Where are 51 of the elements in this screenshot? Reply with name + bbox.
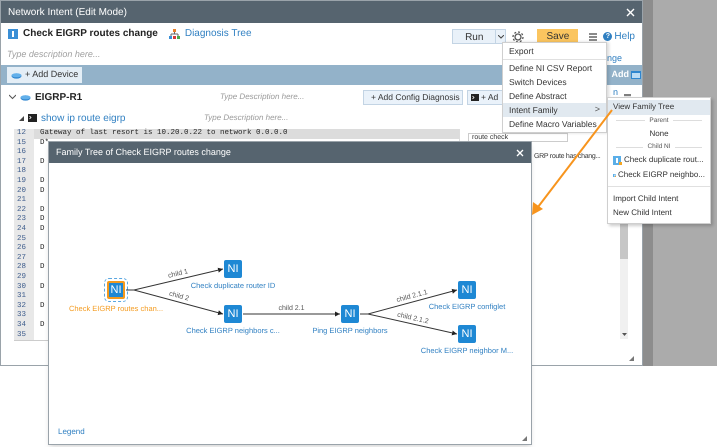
change-link[interactable]: nge	[606, 52, 622, 66]
diagnosis-tree-link[interactable]: Diagnosis Tree	[184, 26, 252, 41]
router-icon	[11, 72, 22, 78]
menu-item[interactable]: Check EIGRP neighbo...	[608, 168, 710, 182]
menu-item[interactable]: Import Child Intent	[608, 191, 710, 206]
menu-item[interactable]: None	[608, 126, 710, 142]
scrollbar[interactable]	[620, 223, 628, 339]
command-description-field[interactable]: Type Description here...	[204, 112, 324, 124]
menu-icon[interactable]	[589, 32, 598, 40]
settings-icon[interactable]	[512, 30, 524, 42]
menu-item[interactable]: Export	[503, 44, 606, 58]
menu-item[interactable]: Intent Family >	[503, 103, 606, 117]
intent-icon	[613, 156, 622, 165]
submenu-arrow: >	[594, 103, 600, 116]
node-icon[interactable]: NI	[224, 260, 242, 278]
close-icon[interactable]	[626, 8, 635, 16]
chevron-icon[interactable]	[9, 94, 16, 100]
menu-item[interactable]: Define Macro Variables	[503, 117, 606, 131]
dialog-title: Family Tree of Check EIGRP routes change	[56, 146, 231, 159]
add-device-button[interactable]: + Add Device	[7, 67, 82, 83]
close-icon[interactable]	[516, 148, 524, 156]
scrollbar-thumb[interactable]	[620, 223, 628, 259]
resize-grip-icon[interactable]	[629, 356, 634, 361]
resize-grip-icon[interactable]	[522, 436, 527, 441]
terminal-icon	[471, 94, 479, 100]
intent-icon	[8, 28, 18, 38]
menu-item[interactable]: View Family Tree	[608, 100, 710, 115]
menu-item[interactable]: Check duplicate rout...	[608, 153, 710, 168]
device-name: EIGRP-R1	[35, 90, 84, 104]
node-icon[interactable]: NI	[224, 305, 242, 323]
node-icon[interactable]: NI	[458, 325, 476, 343]
window-title: Network Intent (Edit Mode)	[8, 6, 127, 20]
add-config-diagnosis-button[interactable]: + Add Config Diagnosis	[363, 90, 463, 104]
intent-name: Check EIGRP routes change	[23, 27, 158, 41]
expand-icon[interactable]	[19, 116, 24, 120]
terminal-icon	[28, 114, 37, 122]
button-label[interactable]: n	[613, 88, 618, 97]
scroll-down-icon[interactable]	[622, 333, 626, 336]
command-link[interactable]: show ip route eigrp	[41, 110, 204, 126]
panel-icon	[631, 71, 641, 79]
node-icon[interactable]: NI	[107, 281, 125, 299]
tree-icon	[168, 28, 180, 38]
menu-item[interactable]: Define NI CSV Report	[503, 61, 606, 75]
menu-item[interactable]: New Child Intent	[608, 206, 710, 221]
menu-item[interactable]: Switch Devices	[503, 75, 606, 89]
node-icon[interactable]: NI	[458, 281, 476, 299]
device-description-field[interactable]: Type Description here...	[220, 91, 340, 103]
router-icon	[20, 94, 31, 100]
node-icon[interactable]: NI	[341, 305, 359, 323]
legend-link[interactable]: Legend	[58, 426, 85, 438]
caret-icon	[498, 34, 504, 38]
